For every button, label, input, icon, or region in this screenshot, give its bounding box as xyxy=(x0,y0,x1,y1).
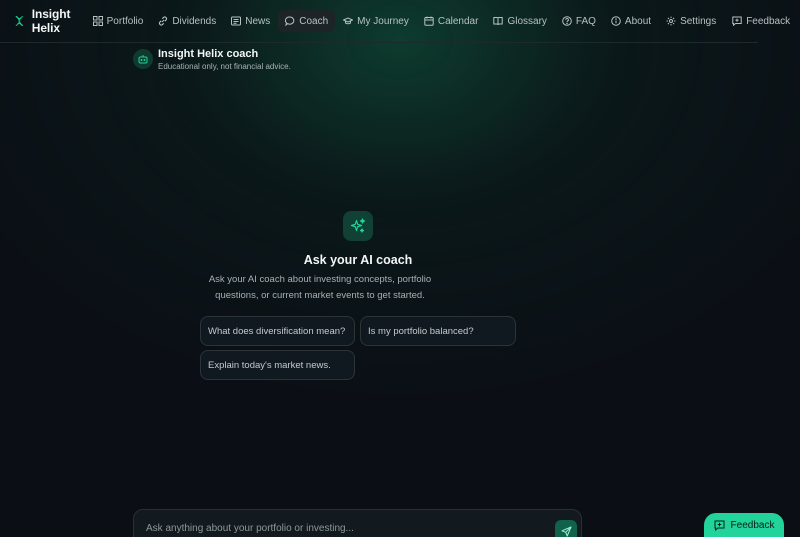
message-plus-icon xyxy=(714,520,725,531)
empty-state-title: Ask your AI coach xyxy=(303,253,413,267)
suggestion-chip[interactable]: Is my portfolio balanced? xyxy=(360,316,516,346)
nav-item-about[interactable]: About xyxy=(604,10,658,32)
nav-label: FAQ xyxy=(575,15,596,27)
send-button[interactable] xyxy=(555,520,577,537)
suggestion-chip[interactable]: Explain today's market news. xyxy=(200,350,355,380)
nav-label: News xyxy=(245,15,271,27)
sparkles-badge xyxy=(343,211,373,241)
nav-item-portfolio[interactable]: Portfolio xyxy=(86,10,151,32)
nav-item-my-journey[interactable]: My Journey xyxy=(336,10,416,32)
bot-icon xyxy=(138,55,148,64)
nav-item-faq[interactable]: FAQ xyxy=(555,10,603,32)
message-plus-icon xyxy=(732,16,742,26)
grid-icon xyxy=(92,16,103,26)
nav-label: Portfolio xyxy=(106,15,144,27)
coach-title: Insight Helix coach xyxy=(158,48,259,60)
message-input[interactable] xyxy=(146,520,536,536)
message-composer xyxy=(133,509,582,537)
empty-state-description: Ask your AI coach about investing concep… xyxy=(208,274,432,301)
helix-logo-icon xyxy=(15,15,24,27)
graduation-cap-icon xyxy=(343,17,354,25)
link-icon xyxy=(159,16,168,26)
gear-icon xyxy=(666,16,676,26)
newspaper-icon xyxy=(231,16,242,26)
nav-label: Feedback xyxy=(746,15,791,27)
send-icon xyxy=(561,526,571,536)
help-circle-icon xyxy=(562,16,572,26)
coach-disclaimer: Educational only, not financial advice. xyxy=(158,62,291,71)
coach-avatar xyxy=(133,49,153,69)
chat-bubble-icon xyxy=(285,16,295,26)
calendar-icon xyxy=(424,16,434,26)
top-navigation: Insight Helix Portfolio Dividends News C… xyxy=(0,0,790,43)
nav-label: Coach xyxy=(299,15,329,27)
brand[interactable]: Insight Helix xyxy=(15,7,76,35)
nav-label: Glossary xyxy=(507,15,547,27)
nav-label: Settings xyxy=(680,15,717,27)
nav-item-calendar[interactable]: Calendar xyxy=(417,10,486,32)
nav-item-coach[interactable]: Coach xyxy=(278,10,336,32)
nav-item-settings[interactable]: Settings xyxy=(659,10,723,32)
floating-feedback-button[interactable]: Feedback xyxy=(704,513,784,537)
nav-item-feedback[interactable]: Feedback xyxy=(725,10,797,32)
nav-item-glossary[interactable]: Glossary xyxy=(486,10,553,32)
nav-label: About xyxy=(624,15,652,27)
nav-label: My Journey xyxy=(357,15,409,27)
floating-feedback-label: Feedback xyxy=(730,519,775,531)
nav-item-dividends[interactable]: Dividends xyxy=(151,10,223,32)
coach-text: Insight Helix coach Educational only, no… xyxy=(158,48,291,71)
suggestion-chip[interactable]: What does diversification mean? xyxy=(200,316,355,346)
nav-item-news[interactable]: News xyxy=(224,10,277,32)
brand-name: Insight Helix xyxy=(31,7,71,35)
sparkles-icon xyxy=(350,218,366,233)
info-circle-icon xyxy=(611,16,621,26)
nav-label: Dividends xyxy=(172,15,217,27)
nav-label: Calendar xyxy=(437,15,479,27)
coach-header: Insight Helix coach Educational only, no… xyxy=(133,48,291,71)
book-icon xyxy=(493,17,504,26)
